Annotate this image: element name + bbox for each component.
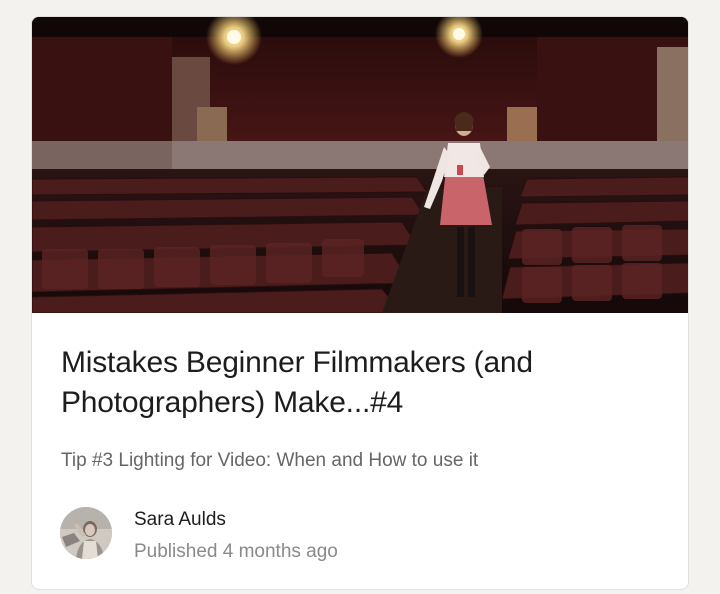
published-date: Published 4 months ago (134, 540, 338, 564)
article-title[interactable]: Mistakes Beginner Filmmakers (and Photog… (61, 343, 661, 423)
article-subtitle: Tip #3 Lighting for Video: When and How … (61, 450, 479, 471)
published-label: Published (134, 541, 218, 562)
author-avatar[interactable] (60, 507, 112, 559)
published-time: 4 months ago (222, 541, 338, 562)
author-info: Sara Aulds Published 4 months ago (60, 505, 660, 564)
article-card[interactable]: Mistakes Beginner Filmmakers (and Photog… (31, 16, 689, 590)
article-cover-image[interactable] (32, 17, 688, 313)
author-name[interactable]: Sara Aulds (134, 508, 226, 532)
